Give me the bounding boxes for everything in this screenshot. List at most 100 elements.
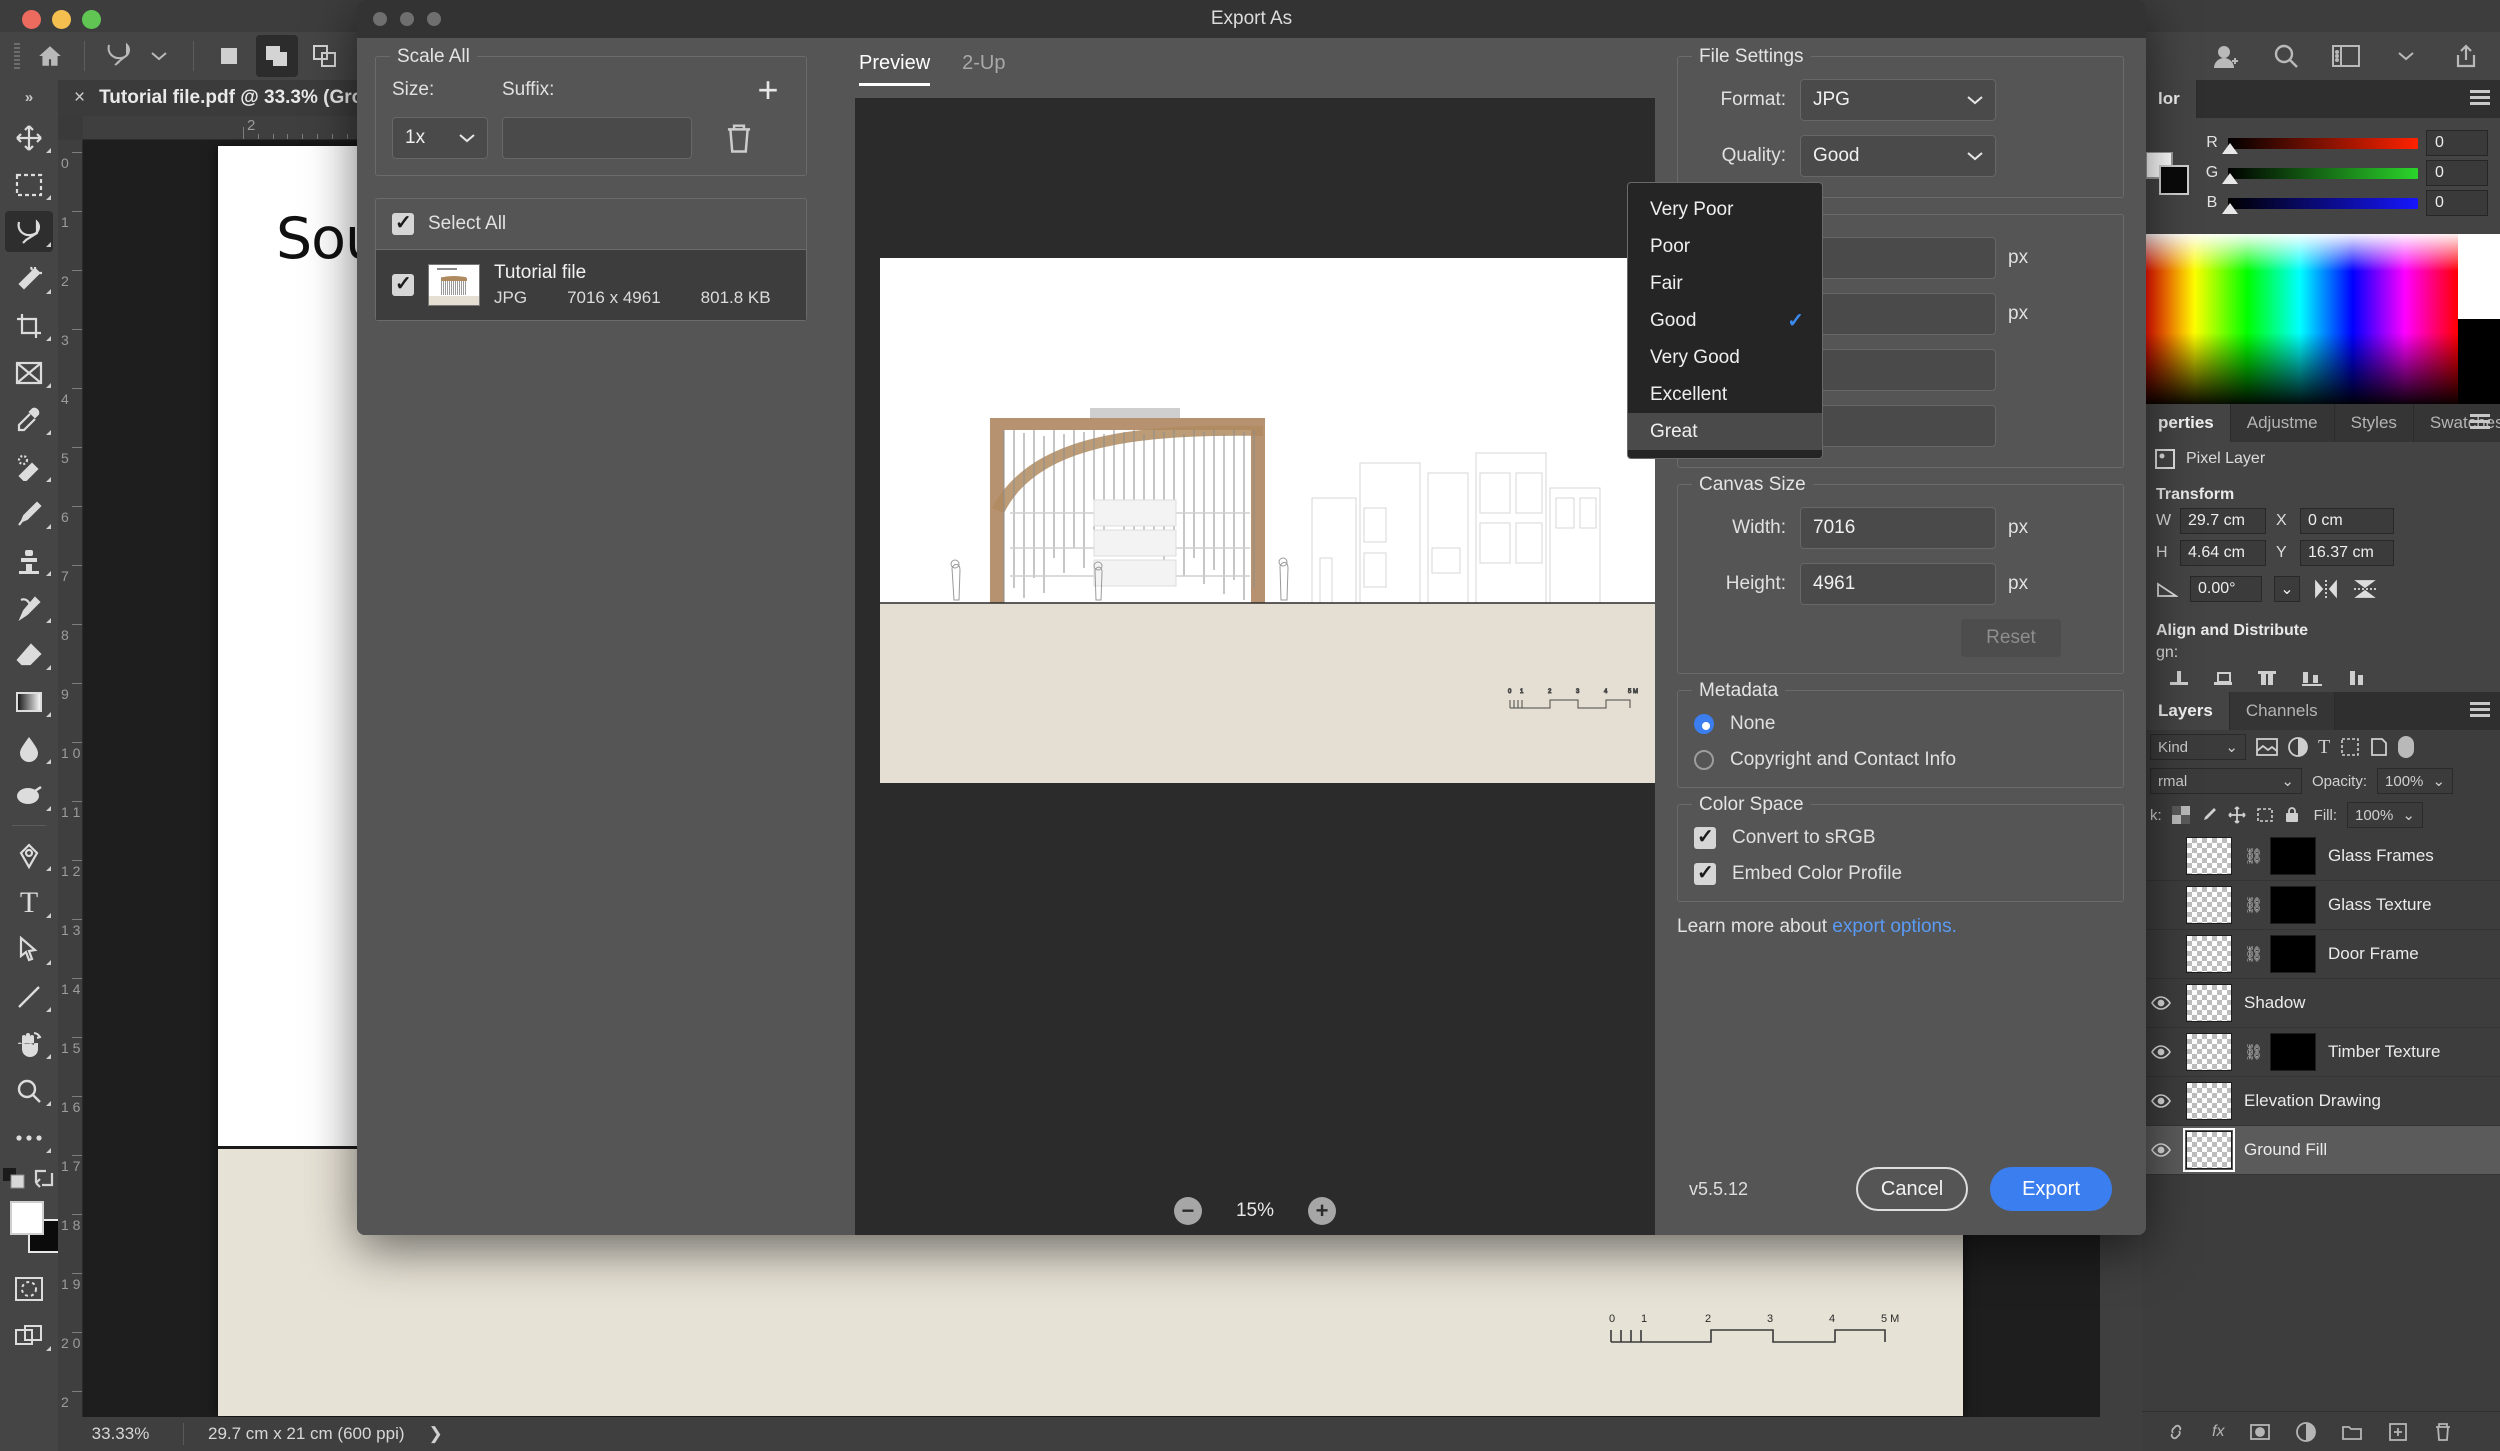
metadata-copyright-radio[interactable] [1694,750,1714,770]
layer-mask-thumbnail[interactable] [2270,1033,2316,1071]
layer-filter-kind[interactable]: Kind⌄ [2150,734,2246,760]
green-value[interactable]: 0 [2426,160,2488,186]
tab-styles[interactable]: Styles [2335,404,2414,442]
green-slider[interactable] [2228,168,2418,179]
subtract-from-selection-button[interactable] [304,35,346,77]
gradient-icon[interactable] [0,678,58,725]
flip-vertical-icon[interactable] [2352,578,2378,600]
close-window-button[interactable] [22,10,41,29]
pen-icon[interactable] [0,832,58,879]
blue-slider[interactable] [2228,198,2418,209]
link-icon[interactable]: ⛓ [2244,1043,2258,1061]
dialog-maximize-button[interactable] [427,12,441,26]
lasso-icon[interactable] [0,208,58,255]
tab-adjustments[interactable]: Adjustme [2231,404,2335,442]
embed-profile-checkbox[interactable] [1694,863,1716,885]
quality-select[interactable]: Good [1800,135,1996,177]
color-spectrum[interactable] [2142,234,2500,404]
lock-image-icon[interactable] [2200,806,2218,824]
chevron-down-icon[interactable] [2386,36,2426,76]
red-slider[interactable] [2228,138,2418,149]
quality-option-poor[interactable]: Poor [1628,228,1822,265]
filter-adjustment-icon[interactable] [2288,737,2308,757]
image-width-input[interactable] [1800,237,1996,279]
vertical-ruler[interactable]: 01234567891 01 11 21 31 41 51 61 71 81 9… [58,140,83,1417]
format-select[interactable]: JPG [1800,79,1996,121]
add-to-selection-button[interactable] [256,35,298,77]
align-center-icon[interactable] [2256,668,2278,688]
preview-stage[interactable]: South Elevation [855,98,1655,1235]
link-icon[interactable]: ⛓ [2244,847,2258,865]
maximize-window-button[interactable] [82,10,101,29]
canvas-height-input[interactable]: 4961 [1800,563,1996,605]
crop-icon[interactable] [0,302,58,349]
zoom-icon[interactable] [0,1067,58,1114]
new-selection-button[interactable] [208,35,250,77]
eye-icon[interactable] [2148,996,2174,1010]
delete-layer-icon[interactable] [2434,1422,2452,1442]
metadata-option-copyright[interactable]: Copyright and Contact Info [1694,749,2107,771]
marquee-icon[interactable] [0,161,58,208]
new-group-icon[interactable] [2342,1422,2362,1442]
add-mask-icon[interactable] [2250,1422,2270,1442]
export-button[interactable]: Export [1990,1167,2112,1211]
distribute-horizontal-icon[interactable] [2300,668,2324,688]
type-icon[interactable]: T [0,879,58,926]
chevron-down-icon[interactable] [139,36,179,76]
layer-row[interactable]: ⛓Glass Frames [2142,832,2500,881]
healing-brush-icon[interactable] [0,443,58,490]
new-layer-icon[interactable] [2388,1422,2408,1442]
layer-row[interactable]: Shadow [2142,979,2500,1028]
convert-srgb-row[interactable]: Convert to sRGB [1694,827,2107,849]
magic-wand-icon[interactable] [0,255,58,302]
quality-option-great[interactable]: Great [1628,413,1822,450]
eye-icon[interactable] [2148,1143,2174,1157]
eye-icon[interactable] [2148,1094,2174,1108]
layer-list[interactable]: ⛓Glass Frames⛓Glass Texture⛓Door FrameSh… [2142,832,2500,1175]
blur-icon[interactable] [0,725,58,772]
layer-thumbnail[interactable] [2186,935,2232,973]
tab-properties[interactable]: perties [2142,404,2231,442]
angle-dropdown-icon[interactable]: ⌄ [2274,576,2300,602]
quality-option-very-poor[interactable]: Very Poor [1628,191,1822,228]
metadata-option-none[interactable]: None [1694,713,2107,735]
more-tools-icon[interactable] [0,1114,58,1161]
color-swatches[interactable] [0,1195,58,1265]
blue-value[interactable]: 0 [2426,190,2488,216]
layer-thumbnail[interactable] [2186,1131,2232,1169]
quality-dropdown-menu[interactable]: Very PoorPoorFairGood✓Very GoodExcellent… [1627,182,1823,459]
lock-transparency-icon[interactable] [2172,806,2190,824]
layer-thumbnail[interactable] [2186,837,2232,875]
path-selection-icon[interactable] [0,926,58,973]
scale-size-select[interactable]: 1x [392,117,488,159]
home-icon[interactable] [30,36,70,76]
layer-thumbnail[interactable] [2186,1082,2232,1120]
transform-x-value[interactable]: 0 cm [2300,508,2394,534]
export-options-link[interactable]: export options. [1832,916,1957,937]
dodge-icon[interactable] [0,772,58,819]
lock-all-icon[interactable] [2284,806,2300,824]
flip-horizontal-icon[interactable] [2312,579,2340,599]
link-layers-icon[interactable] [2166,1422,2186,1442]
layer-row[interactable]: ⛓Timber Texture [2142,1028,2500,1077]
panel-menu-icon[interactable] [2470,702,2490,720]
color-chips[interactable] [2146,152,2192,198]
reset-button[interactable]: Reset [1961,619,2061,657]
minimize-window-button[interactable] [52,10,71,29]
search-icon[interactable] [2266,36,2306,76]
eye-icon[interactable] [2148,1045,2174,1059]
dialog-minimize-button[interactable] [400,12,414,26]
tab-preview[interactable]: Preview [859,52,930,86]
convert-srgb-checkbox[interactable] [1694,827,1716,849]
eyedropper-icon[interactable] [0,396,58,443]
suffix-input[interactable] [502,117,692,159]
align-top-icon[interactable] [2168,668,2190,688]
screen-mode-icon[interactable] [0,1312,58,1359]
transform-w-value[interactable]: 29.7 cm [2180,508,2266,534]
status-chevron-icon[interactable]: ❯ [429,1424,443,1444]
clone-stamp-icon[interactable] [0,537,58,584]
list-item[interactable]: Tutorial file JPG 7016 x 4961 801.8 KB [376,250,806,320]
close-icon[interactable]: × [74,87,85,109]
plus-icon[interactable]: + [746,79,790,101]
transform-y-value[interactable]: 16.37 cm [2300,540,2394,566]
